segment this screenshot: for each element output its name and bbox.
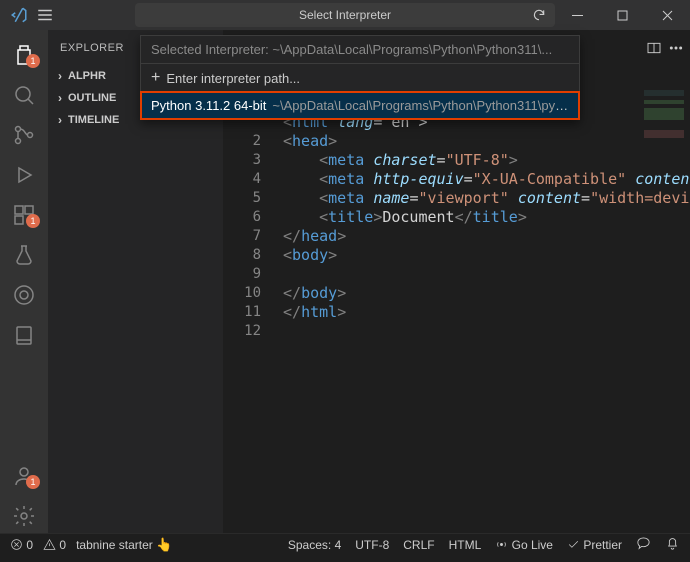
split-editor-icon[interactable] [646,40,662,56]
activity-settings[interactable] [0,499,48,533]
status-errors[interactable]: 0 [10,538,33,552]
command-center[interactable]: Select Interpreter [135,3,555,27]
maximize-button[interactable] [600,0,645,30]
status-warnings[interactable]: 0 [43,538,66,552]
code-line[interactable]: 2<head> [223,131,690,150]
status-encoding[interactable]: UTF-8 [355,538,389,552]
activity-source-control[interactable] [0,118,48,152]
enter-interpreter-path[interactable]: + Enter interpreter path... [141,64,579,92]
status-spaces[interactable]: Spaces: 4 [288,538,341,552]
chevron-right-icon: › [52,91,68,105]
code-line[interactable]: 9 [223,264,690,283]
badge: 1 [26,214,40,228]
title-bar: Select Interpreter [0,0,690,30]
activity-tabnine[interactable] [0,278,48,312]
status-eol[interactable]: CRLF [403,538,434,552]
activity-explorer[interactable]: 1 [0,38,48,72]
chevron-right-icon: › [52,113,68,127]
dropdown-header: Selected Interpreter: ~\AppData\Local\Pr… [141,36,579,64]
activity-run-debug[interactable] [0,158,48,192]
code-line[interactable]: 4 <meta http-equiv="X-UA-Compatible" con… [223,169,690,188]
code-line[interactable]: 5 <meta name="viewport" content="width=d… [223,188,690,207]
menu-icon[interactable] [36,6,54,24]
interpreter-dropdown: Selected Interpreter: ~\AppData\Local\Pr… [140,35,580,120]
activity-bar: 1 1 1 [0,30,48,533]
status-bar: 0 0 tabnine starter 👆 Spaces: 4 UTF-8 CR… [0,533,690,555]
activity-search[interactable] [0,78,48,112]
status-golive[interactable]: Go Live [495,538,553,552]
interpreter-option-selected[interactable]: Python 3.11.2 64-bit~\AppData\Local\Prog… [141,92,579,119]
minimize-button[interactable] [555,0,600,30]
status-prettier[interactable]: Prettier [567,538,622,552]
more-icon[interactable] [668,40,684,56]
code-line[interactable]: 8<body> [223,245,690,264]
activity-testing[interactable] [0,238,48,272]
activity-extensions[interactable]: 1 [0,198,48,232]
status-tabnine[interactable]: tabnine starter 👆 [76,537,172,553]
vscode-logo-icon [10,6,28,24]
code-line[interactable]: 12 [223,321,690,340]
code-line[interactable]: 10</body> [223,283,690,302]
code-line[interactable]: 6 <title>Document</title> [223,207,690,226]
code-line[interactable]: 7</head> [223,226,690,245]
command-center-text: Select Interpreter [299,8,391,22]
status-language[interactable]: HTML [449,538,482,552]
cat-icon: 👆 [156,537,172,552]
status-feedback[interactable] [636,536,651,554]
badge: 1 [26,54,40,68]
badge: 1 [26,475,40,489]
plus-icon: + [151,70,160,86]
activity-books[interactable] [0,318,48,352]
activity-accounts[interactable]: 1 [0,459,48,493]
refresh-icon[interactable] [532,8,546,22]
close-button[interactable] [645,0,690,30]
code-editor[interactable]: <ntml lang= en >2<head>3 <meta charset="… [223,112,690,340]
status-notifications[interactable] [665,536,680,554]
code-line[interactable]: 11</html> [223,302,690,321]
code-line[interactable]: 3 <meta charset="UTF-8"> [223,150,690,169]
chevron-right-icon: › [52,69,68,83]
